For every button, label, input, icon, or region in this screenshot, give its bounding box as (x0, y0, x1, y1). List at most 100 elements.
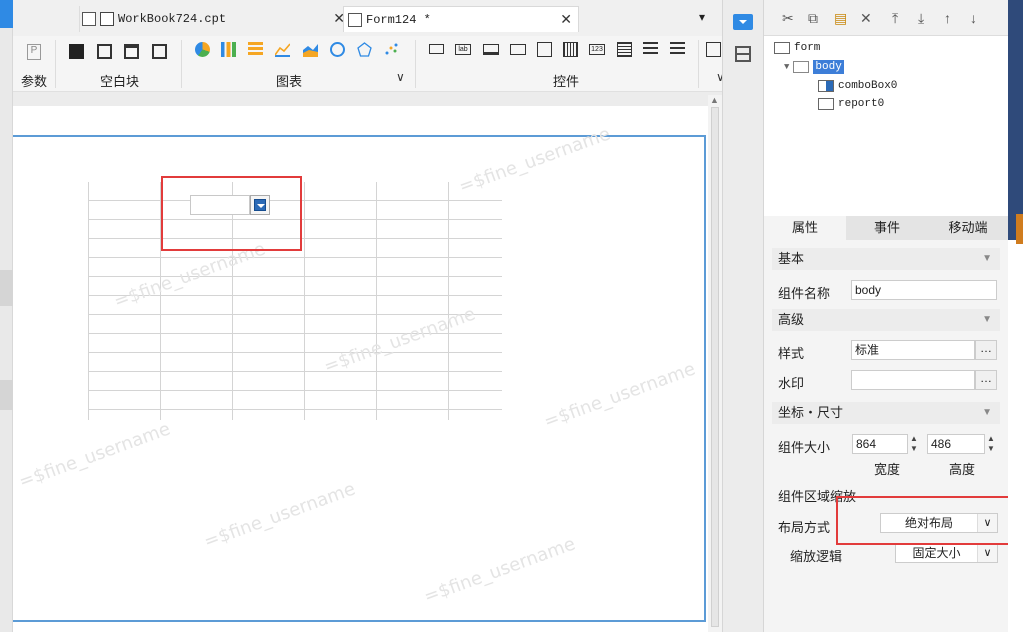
paste-icon[interactable]: ▤ (834, 10, 847, 27)
preview-icon[interactable] (0, 0, 13, 28)
tree-node-body[interactable]: ▼ body (784, 60, 844, 74)
tree-node-label: comboBox0 (838, 80, 898, 92)
style-more-button[interactable]: … (975, 340, 997, 360)
tab-properties[interactable]: 属性 (764, 216, 846, 240)
collapse-icon[interactable]: ▼ (784, 62, 789, 72)
vertical-scrollbar[interactable]: ▲ (708, 95, 722, 632)
gauge-chart-icon[interactable] (330, 42, 345, 57)
tab-form-label: Form124 * (366, 12, 431, 27)
component-name-input[interactable]: body (851, 280, 997, 300)
body-icon (793, 61, 810, 73)
text-widget-icon[interactable] (483, 44, 499, 55)
widget-panel-icon[interactable] (733, 14, 753, 30)
bar-chart-icon[interactable] (221, 42, 236, 57)
checkbox-group-icon[interactable] (670, 42, 685, 57)
tree-node-report[interactable]: report0 (818, 98, 884, 110)
group-label-blank: 空白块 (100, 74, 140, 89)
move-up-icon[interactable]: ↑ (944, 10, 951, 26)
tree-node-label: form (794, 42, 821, 54)
search-widget-icon[interactable] (706, 42, 721, 57)
tree-node-label: body (813, 60, 844, 74)
button-widget-icon[interactable] (429, 44, 444, 54)
outer-window-background (1008, 0, 1023, 240)
size-label: 组件大小 (778, 440, 831, 455)
section-advanced[interactable]: 高级 ▼ (772, 309, 1000, 331)
grid-icon (82, 12, 96, 26)
chevron-down-icon[interactable]: ∨ (977, 544, 997, 562)
outer-window-edge (1008, 0, 1023, 632)
pie-chart-icon[interactable] (195, 42, 210, 57)
width-caption: 宽度 (874, 462, 901, 477)
absolute-block-icon[interactable] (69, 44, 84, 59)
move-bottom-icon[interactable]: ⤓ (918, 10, 924, 27)
left-edge-strip (0, 0, 13, 632)
tab-workbook[interactable]: WorkBook724.cpt ✕ (79, 6, 351, 32)
group-label-chart: 图表 (276, 74, 303, 89)
close-icon[interactable]: ✕ (560, 11, 572, 28)
chevron-down-icon[interactable]: ▼ (982, 309, 992, 331)
layout-label: 布局方式 (778, 520, 831, 535)
textarea-widget-icon[interactable] (617, 42, 632, 57)
radar-chart-icon[interactable] (357, 42, 372, 57)
table-block-icon[interactable] (152, 44, 167, 59)
move-top-icon[interactable]: ⤒ (892, 10, 898, 27)
height-stepper[interactable]: ▲ ▼ (985, 434, 997, 454)
component-name-label: 组件名称 (778, 286, 831, 301)
watermark-input[interactable] (851, 370, 975, 390)
layout-panel-icon[interactable] (735, 46, 751, 62)
delete-icon[interactable]: ✕ (860, 10, 872, 27)
section-title: 基本 (778, 251, 805, 266)
section-title: 坐标・尺寸 (778, 405, 844, 420)
horizontal-bar-icon[interactable] (248, 42, 263, 57)
calendar-widget-icon[interactable] (563, 42, 578, 57)
section-title: 高级 (778, 312, 805, 327)
combo-widget-icon[interactable] (510, 44, 526, 55)
width-input[interactable]: 864 (852, 434, 908, 454)
width-stepper[interactable]: ▲ ▼ (908, 434, 920, 454)
tab-mobile[interactable]: 移动端 (928, 216, 1008, 240)
height-input[interactable]: 486 (927, 434, 985, 454)
chevron-down-icon[interactable]: ▼ (982, 248, 992, 270)
chevron-down-icon[interactable]: ▼ (982, 402, 992, 424)
combobox-icon (818, 80, 834, 92)
tab-workbook-label: WorkBook724.cpt (118, 12, 227, 26)
side-handle-2 (0, 380, 13, 410)
tab-events[interactable]: 事件 (846, 216, 928, 240)
component-tree: form ▼ body comboBox0 report0 (764, 36, 1008, 216)
tab-block-icon[interactable] (97, 44, 112, 59)
tab-bar: WorkBook724.cpt ✕ Form124 * ✕ ▾ (13, 0, 722, 36)
scale-logic-select-value: 固定大小 (912, 546, 961, 560)
area-chart-icon[interactable] (303, 42, 318, 57)
tree-node-combobox[interactable]: comboBox0 (818, 80, 897, 92)
body-frame[interactable] (13, 135, 706, 622)
line-chart-icon[interactable] (274, 42, 291, 57)
copy-icon[interactable]: ⧉ (808, 10, 818, 27)
tab-list-dropdown-icon[interactable]: ▾ (699, 10, 705, 24)
label-widget-icon[interactable]: lab (455, 44, 471, 55)
property-panel: 基本 ▼ 组件名称 body 高级 ▼ 样式 标准 … 水印 … 坐标・尺寸 ▼… (764, 240, 1008, 632)
number-widget-icon[interactable]: 123 (589, 44, 605, 55)
parameter-icon[interactable]: P (27, 44, 41, 60)
report-icon (818, 98, 834, 110)
watermark-more-button[interactable]: … (975, 370, 997, 390)
section-position-size[interactable]: 坐标・尺寸 ▼ (772, 402, 1000, 424)
scroll-up-icon[interactable]: ▲ (710, 95, 719, 105)
tree-node-label: report0 (838, 98, 885, 110)
scale-logic-select[interactable]: 固定大小 ∨ (895, 543, 998, 563)
tree-node-form[interactable]: form (774, 42, 820, 54)
move-down-icon[interactable]: ↓ (970, 10, 977, 26)
chevron-down-icon[interactable]: ∨ (396, 70, 405, 84)
highlight-box-layout (836, 496, 1012, 545)
title-block-icon[interactable] (124, 44, 139, 59)
scrollbar-thumb[interactable] (711, 107, 719, 627)
scatter-chart-icon[interactable] (384, 42, 399, 57)
form-icon (348, 12, 362, 27)
style-label: 样式 (778, 346, 805, 361)
date-widget-icon[interactable] (537, 42, 552, 57)
section-basic[interactable]: 基本 ▼ (772, 248, 1000, 270)
cut-icon[interactable]: ✂ (782, 10, 794, 27)
radio-group-icon[interactable] (643, 42, 658, 57)
highlight-box-combobox (161, 176, 302, 251)
style-input[interactable]: 标准 (851, 340, 975, 360)
tab-form[interactable]: Form124 * ✕ (343, 6, 579, 32)
